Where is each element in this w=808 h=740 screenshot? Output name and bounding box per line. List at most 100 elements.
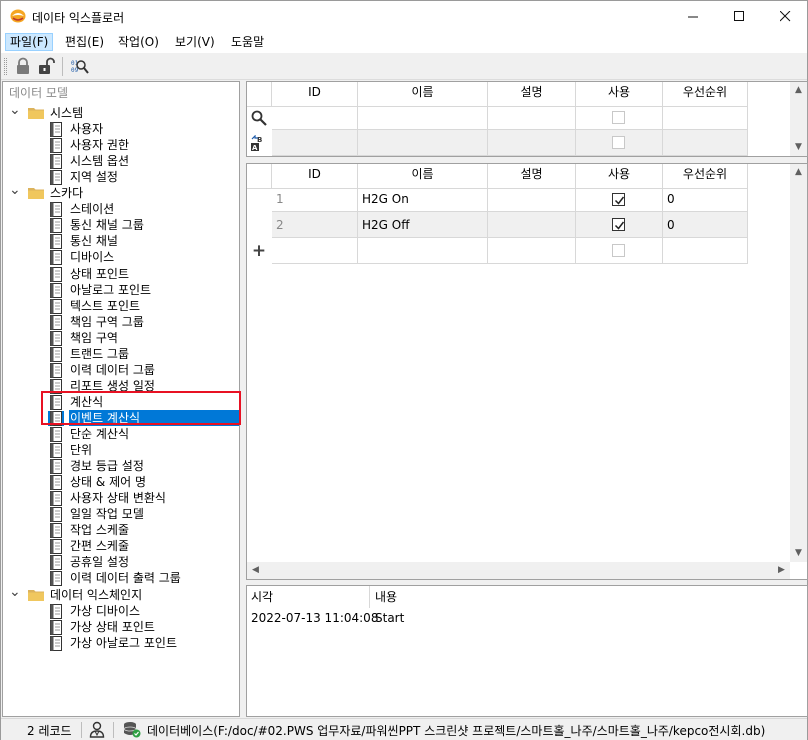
scroll-down-icon[interactable]: ▼ [790,545,807,562]
tree-item[interactable]: 책임 구역 그룹 [3,314,239,330]
tree-item[interactable]: 작업 스케줄 [3,522,239,539]
row2-id[interactable]: 2 [272,212,358,238]
tree-item[interactable]: 공휴일 설정 [3,554,239,571]
new-row-use[interactable] [576,238,663,264]
scroll-left-icon[interactable]: ◀ [247,562,264,579]
row1-id[interactable]: 1 [272,186,358,212]
log-col-time[interactable]: 시각 [247,586,370,608]
scroll-right-icon[interactable]: ▶ [773,562,790,579]
tree-item[interactable]: 가상 상태 포인트 [3,619,239,635]
tree-item[interactable]: 통신 채널 [3,233,239,250]
window-title: 데이타 익스플로러 [32,11,125,25]
filter2-priority-cell[interactable] [663,130,748,156]
new-row-desc[interactable] [488,238,576,264]
binary-search-icon[interactable]: 01 09 [69,57,89,75]
menu-help[interactable]: 도움말 [227,33,268,51]
tree-group[interactable]: ⌄ 스카다 [3,183,239,201]
tree-item-label: 단위 [70,443,93,458]
filter-use-checkbox[interactable] [612,111,625,124]
tree-item[interactable]: 이력 데이터 그룹 [3,362,239,378]
filter2-use-cell[interactable] [576,130,663,156]
tree-item[interactable]: 스테이션 [3,201,239,218]
maximize-button[interactable] [716,1,762,31]
row2-desc[interactable] [488,212,576,238]
filter2-use-checkbox[interactable] [612,136,625,149]
scroll-up-icon[interactable]: ▲ [790,164,807,181]
toolbar-grip[interactable] [4,58,7,75]
new-row-id[interactable] [272,238,358,264]
tree-item[interactable]: 이력 데이터 출력 그룹 [3,570,239,587]
tree-item[interactable]: 사용자 권한 [3,137,239,154]
tree-group[interactable]: ⌄ 시스템 [3,103,239,121]
row2-use[interactable] [576,212,663,238]
expand-chevron-icon[interactable]: ⌄ [9,585,21,603]
menu-edit[interactable]: 편집(E) [61,33,108,51]
filter-use-cell[interactable] [576,104,663,130]
scroll-up-icon[interactable]: ▲ [790,82,807,99]
tree-group[interactable]: ⌄ 데이터 익스체인지 [3,585,239,603]
tree-item[interactable]: 계산식 [3,394,239,410]
main-vscroll[interactable]: ▲ ▼ [790,164,807,562]
row1-use[interactable] [576,186,663,212]
tree-item-label: 상태 포인트 [70,266,130,281]
tree-item[interactable]: 통신 채널 그룹 [3,217,239,234]
tree-item[interactable]: 사용자 [3,121,239,138]
filter-id-cell[interactable] [272,104,358,130]
tree-item[interactable]: 상태 & 제어 명 [3,474,239,491]
expand-chevron-icon[interactable]: ⌄ [9,183,21,201]
tree-item[interactable]: 리포트 생성 일정 [3,378,239,394]
search-icon[interactable] [251,110,267,126]
filter2-id-cell[interactable] [272,130,358,156]
unlock-icon[interactable] [37,57,55,75]
tree-item[interactable]: 간편 스케줄 [3,538,239,555]
tree-item[interactable]: 경보 등급 설정 [3,458,239,475]
tree-item-label: 작업 스케줄 [70,523,130,538]
row1-desc[interactable] [488,186,576,212]
tree-item[interactable]: 시스템 옵션 [3,153,239,170]
filter-name-cell[interactable] [358,104,488,130]
table-item-icon [48,539,64,555]
filter-desc-cell[interactable] [488,104,576,130]
filter-vscroll[interactable]: ▲ ▼ [790,82,807,156]
new-row-priority[interactable] [663,238,748,264]
menu-view[interactable]: 보기(V) [171,33,219,51]
tree-item[interactable]: 사용자 상태 변환식 [3,490,239,507]
log-col-message[interactable]: 내용 [371,586,491,608]
lock-icon[interactable] [14,57,32,75]
tree-item[interactable]: 아날로그 포인트 [3,282,239,298]
expand-chevron-icon[interactable]: ⌄ [9,103,21,121]
filter-priority-cell[interactable] [663,104,748,130]
tree-item[interactable]: 디바이스 [3,249,239,266]
row1-name[interactable]: H2G On [358,186,488,212]
tree-item[interactable]: 단위 [3,442,239,459]
menu-file[interactable]: 파일(F) [5,33,54,51]
row2-priority[interactable]: 0 [663,212,748,238]
tree-item[interactable]: 단순 계산식 [3,426,239,442]
row2-use-checkbox[interactable] [612,218,625,231]
menu-action[interactable]: 작업(O) [114,33,163,51]
tree-item-label: 일일 작업 모델 [70,507,144,522]
row1-use-checkbox[interactable] [612,193,625,206]
data-model-tree[interactable]: 데이터 모델 ⌄ 시스템 사용자 사용자 권한 시스템 옵션 지역 설정 ⌄ 스카다 스테이션 통… [2,81,240,717]
tree-item[interactable]: 가상 아날로그 포인트 [3,635,239,651]
minimize-button[interactable] [670,1,716,31]
new-row-name[interactable] [358,238,488,264]
filter2-name-cell[interactable] [358,130,488,156]
tree-item[interactable]: 트랜드 그룹 [3,346,239,362]
tree-item[interactable]: 지역 설정 [3,169,239,186]
close-button[interactable] [762,1,808,31]
tree-item[interactable]: 상태 포인트 [3,266,239,282]
tree-item[interactable]: 가상 디바이스 [3,603,239,619]
filter2-desc-cell[interactable] [488,130,576,156]
tree-item[interactable]: 일일 작업 모델 [3,506,239,523]
tree-item[interactable]: 이벤트 계산식 [3,409,239,426]
tree-item[interactable]: 책임 구역 [3,330,239,346]
row2-name[interactable]: H2G Off [358,212,488,238]
new-row-use-checkbox[interactable] [612,244,625,257]
main-hscroll[interactable]: ◀ ▶ [247,562,790,579]
scroll-down-icon[interactable]: ▼ [790,139,807,156]
row1-priority[interactable]: 0 [663,186,748,212]
tree-item[interactable]: 텍스트 포인트 [3,298,239,314]
sort-az-icon[interactable]: B A [251,135,267,151]
add-row-button[interactable]: + [247,238,271,264]
